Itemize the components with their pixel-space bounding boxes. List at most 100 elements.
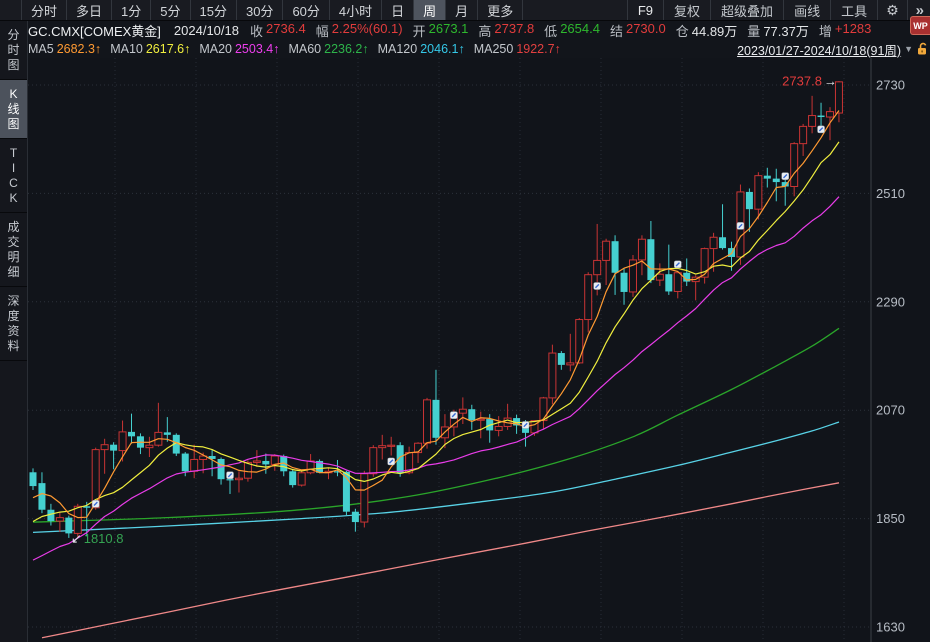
period-tab-weekly[interactable]: 周 (413, 0, 445, 20)
unlock-icon[interactable] (916, 42, 929, 56)
sidebar-item-depth-info[interactable]: 深度资料 (0, 287, 27, 361)
quote-date: 2024/10/18 (174, 23, 239, 38)
quote-field-open: 开2673.1 (413, 21, 469, 40)
candle-body-down (218, 459, 225, 479)
period-tab-monthly[interactable]: 月 (445, 0, 477, 20)
sidebar-item-kline-chart[interactable]: K线图 (0, 80, 27, 139)
quote-value-open: 2673.1 (429, 21, 469, 40)
period-tab-5min[interactable]: 5分 (150, 0, 189, 20)
tool-adjust[interactable]: 复权 (663, 0, 710, 20)
period-tab-1min[interactable]: 1分 (111, 0, 150, 20)
candle-body-down (30, 472, 37, 486)
candle-body-up (307, 461, 314, 473)
sidebar-item-trade-detail[interactable]: 成交明细 (0, 213, 27, 287)
candle-body-up (755, 176, 762, 210)
candle-body-down (128, 432, 135, 436)
tool-f9[interactable]: F9 (627, 0, 663, 20)
candle-body-up (74, 506, 81, 533)
candle-body-down (164, 432, 171, 434)
candle-body-up (576, 320, 583, 363)
ma-item-ma10: MA102617.6↑ (110, 42, 190, 56)
ma-value-ma5: 2682.3↑ (57, 42, 101, 56)
ma-value-ma20: 2503.4↑ (235, 42, 279, 56)
period-tab-4hour[interactable]: 4小时 (329, 0, 381, 20)
ma-item-ma120: MA1202046.1↑ (378, 42, 465, 56)
ma-label-ma10: MA10 (110, 42, 143, 56)
quote-label-close: 收 (250, 21, 263, 40)
quote-label-settle: 结 (610, 21, 623, 40)
candle-body-up (119, 432, 126, 451)
quote-fields: 收2736.4幅2.25%(60.1)开2673.1高2737.8低2654.4… (250, 21, 881, 40)
candle-body-up (674, 273, 681, 292)
sidebar-item-tick[interactable]: TICK (0, 139, 27, 213)
candle-body-down (621, 273, 628, 292)
candle-body-down (647, 239, 654, 280)
candle-body-up (585, 275, 592, 320)
tool-draw-line[interactable]: 画线 (783, 0, 830, 20)
candle-body-up (370, 448, 377, 474)
candle-body-up (235, 478, 242, 479)
quote-field-low: 低2654.4 (544, 21, 600, 40)
y-axis-label: 2510 (876, 186, 905, 201)
date-range[interactable]: 2023/01/27-2024/10/18(91周) (737, 40, 901, 58)
period-tab-daily[interactable]: 日 (381, 0, 413, 20)
symbol-name: GC.CMX[COMEX黄金] (28, 21, 161, 40)
candle-body-up (540, 398, 547, 421)
settings-gear-icon[interactable]: ⚙ (877, 0, 907, 20)
period-tab-15min[interactable]: 15分 (190, 0, 236, 20)
candle-body-down (746, 192, 753, 209)
ma-label-ma5: MA5 (28, 42, 54, 56)
period-tab-30min[interactable]: 30分 (236, 0, 282, 20)
quote-field-change: 幅2.25%(60.1) (316, 21, 403, 40)
quote-field-open-interest: 仓44.89万 (676, 21, 738, 40)
dropdown-triangle-icon[interactable]: ▼ (904, 44, 913, 54)
quote-bar: GC.CMX[COMEX黄金] 2024/10/18 收2736.4 幅2.25%… (28, 21, 930, 40)
candle-body-up (56, 518, 63, 521)
candle-body-down (612, 241, 619, 273)
quote-field-settle: 结2730.0 (610, 21, 666, 40)
candle-body-up (791, 144, 798, 187)
candle-body-up (567, 363, 574, 365)
y-axis-label: 1850 (876, 511, 905, 526)
wp-overlay-badge[interactable]: WP (910, 16, 930, 35)
candle-body-up (379, 446, 386, 448)
candle-body-down (764, 176, 771, 179)
ma-item-ma250: MA2501922.7↑ (474, 42, 561, 56)
candle-body-up (101, 445, 108, 450)
ma-bar: MA52682.3↑MA102617.6↑MA202503.4↑MA602236… (28, 40, 930, 58)
candle-body-down (182, 454, 189, 472)
ma-value-ma250: 1922.7↑ (516, 42, 560, 56)
y-axis-label: 1630 (876, 620, 905, 635)
quote-label-volume: 量 (747, 21, 760, 40)
sidebar-item-timeshare-chart[interactable]: 分时图 (0, 21, 27, 80)
quote-value-close: 2736.4 (266, 21, 306, 40)
candle-body-up (800, 126, 807, 143)
quote-field-oi-change: 增+1283 (819, 21, 872, 40)
range-selector: 2023/01/27-2024/10/18(91周) ▼ (737, 40, 930, 58)
quote-value-high: 2737.8 (494, 21, 534, 40)
view-sidebar: 分时图K线图TICK成交明细深度资料 (0, 21, 28, 642)
quote-label-open-interest: 仓 (676, 21, 689, 40)
chart-canvas[interactable]: 273025102290207018501630 2737.8 → ↙ 1810… (0, 58, 930, 642)
candle-body-up (656, 274, 663, 280)
ma-values: MA52682.3↑MA102617.6↑MA202503.4↑MA602236… (28, 42, 570, 56)
ma-item-ma5: MA52682.3↑ (28, 42, 101, 56)
period-tab-timeshare[interactable]: 分时 (21, 0, 66, 20)
candle-body-down (227, 479, 234, 480)
quote-field-close: 收2736.4 (250, 21, 306, 40)
y-axis-label: 2730 (876, 78, 905, 93)
candle-body-up (835, 82, 842, 113)
tool-toolbox[interactable]: 工具 (830, 0, 877, 20)
ma-item-ma20: MA202503.4↑ (199, 42, 279, 56)
app-window: 分时多日1分5分15分30分60分4小时日周月更多 F9复权超级叠加画线工具⚙»… (0, 0, 930, 642)
ma-value-ma10: 2617.6↑ (146, 42, 190, 56)
tool-super-overlay[interactable]: 超级叠加 (710, 0, 783, 20)
candle-body-up (549, 353, 556, 398)
ma-label-ma60: MA60 (288, 42, 321, 56)
ma-line-ma250 (42, 483, 839, 638)
period-tab-multiday[interactable]: 多日 (66, 0, 111, 20)
candle-body-up (459, 409, 466, 413)
period-tab-60min[interactable]: 60分 (282, 0, 328, 20)
quote-label-change: 幅 (316, 21, 329, 40)
period-tab-more[interactable]: 更多 (477, 0, 523, 20)
